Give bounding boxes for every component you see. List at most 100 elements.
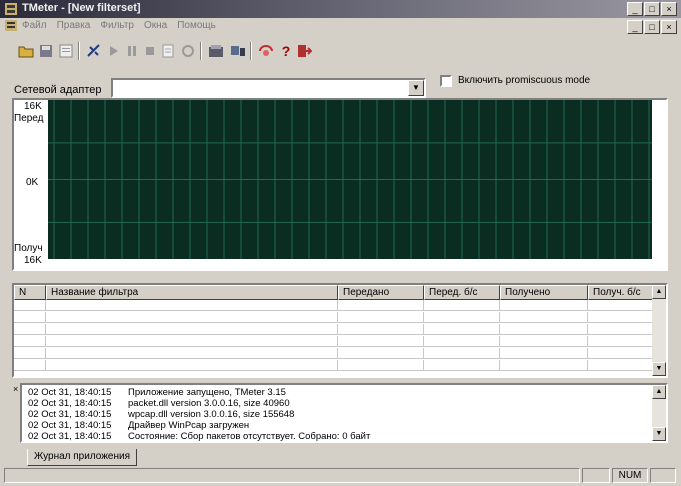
toolbar: ? <box>0 36 681 66</box>
help-icon[interactable]: ? <box>276 41 296 61</box>
pause-icon[interactable] <box>122 41 142 61</box>
chevron-down-icon[interactable]: ▼ <box>408 80 424 96</box>
window-controls: _ □ × <box>627 2 677 16</box>
column-header-sent[interactable]: Передано <box>338 285 424 300</box>
table-header: N Название фильтра Передано Перед. б/с П… <box>14 285 654 300</box>
log-entry: 02 Oct 31, 18:40:15 packet.dll version 3… <box>28 398 290 409</box>
scroll-down-icon[interactable]: ▼ <box>652 362 666 376</box>
log-entry: 02 Oct 31, 18:40:15 Приложение запущено,… <box>28 387 286 398</box>
graph-top-value: 16K <box>24 101 42 112</box>
close-button[interactable]: × <box>661 2 677 16</box>
settings-icon[interactable] <box>206 41 226 61</box>
column-header-sent-rate[interactable]: Перед. б/с <box>424 285 500 300</box>
table-cell <box>46 312 338 323</box>
scroll-up-icon[interactable]: ▲ <box>652 385 666 399</box>
log-time: 02 Oct 31, 18:40:15 <box>28 409 112 420</box>
menu-filter[interactable]: Фильтр <box>100 18 134 34</box>
tab-application-log[interactable]: Журнал приложения <box>27 449 138 466</box>
app-icon <box>5 3 17 15</box>
log-time: 02 Oct 31, 18:40:15 <box>28 398 112 409</box>
table-cell <box>338 360 424 371</box>
table-row[interactable] <box>14 336 654 347</box>
log-entry: 02 Oct 31, 18:40:15 Состояние: Сбор паке… <box>28 431 370 442</box>
adapter-select[interactable]: ▼ <box>111 78 426 98</box>
log-close-icon[interactable]: × <box>13 384 18 394</box>
log-entry: 02 Oct 31, 18:40:15 Драйвер WinPcap загр… <box>28 420 249 431</box>
play-icon[interactable] <box>104 41 124 61</box>
status-caps-panel <box>582 468 610 483</box>
table-cell <box>14 312 46 323</box>
properties-icon[interactable] <box>56 41 76 61</box>
table-cell <box>14 348 46 359</box>
table-cell <box>424 312 500 323</box>
table-cell <box>424 360 500 371</box>
log-time: 02 Oct 31, 18:40:15 <box>28 420 112 431</box>
table-cell <box>46 300 338 311</box>
log-message: packet.dll version 3.0.0.16, size 40960 <box>128 398 290 409</box>
menu-bar: Файл Правка Фильтр Окна Помощь <box>0 18 681 34</box>
table-cell <box>14 360 46 371</box>
table-cell <box>338 312 424 323</box>
column-header-n[interactable]: N <box>14 285 46 300</box>
scroll-up-icon[interactable]: ▲ <box>652 285 666 299</box>
menu-window[interactable]: Окна <box>144 18 167 34</box>
mdi-restore-button[interactable]: □ <box>644 20 660 34</box>
save-icon[interactable] <box>36 41 56 61</box>
log-message: wpcap.dll version 3.0.0.16, size 155648 <box>128 409 295 420</box>
table-cell <box>500 336 588 347</box>
promiscuous-checkbox[interactable] <box>440 75 452 87</box>
filter-table: N Название фильтра Передано Перед. б/с П… <box>12 283 668 378</box>
table-row[interactable] <box>14 300 654 311</box>
table-cell <box>14 336 46 347</box>
title-bar: TMeter - [New filterset] _ □ × <box>0 0 681 18</box>
table-cell <box>46 336 338 347</box>
status-scroll-panel <box>650 468 676 483</box>
mdi-minimize-button[interactable]: _ <box>627 20 643 34</box>
refresh-icon[interactable] <box>178 41 198 61</box>
column-header-received-rate[interactable]: Получ. б/с <box>588 285 654 300</box>
log-scrollbar[interactable]: ▲ ▼ <box>652 385 666 441</box>
menu-help[interactable]: Помощь <box>177 18 216 34</box>
column-header-name[interactable]: Название фильтра <box>46 285 338 300</box>
table-cell <box>500 312 588 323</box>
table-row[interactable] <box>14 324 654 335</box>
table-cell <box>14 300 46 311</box>
table-row[interactable] <box>14 312 654 323</box>
log-message: Состояние: Сбор пакетов отсутствует. Соб… <box>128 431 371 442</box>
scroll-down-icon[interactable]: ▼ <box>652 427 666 441</box>
table-cell <box>46 348 338 359</box>
log-message: Драйвер WinPcap загружен <box>128 420 250 431</box>
table-cell <box>46 360 338 371</box>
table-cell <box>588 336 654 347</box>
table-cell <box>424 348 500 359</box>
status-message-panel <box>4 468 580 483</box>
maximize-button[interactable]: □ <box>644 2 660 16</box>
log-time: 02 Oct 31, 18:40:15 <box>28 387 112 398</box>
table-scrollbar[interactable]: ▲ ▼ <box>652 285 666 376</box>
open-icon[interactable] <box>16 41 36 61</box>
exit-icon[interactable] <box>294 41 314 61</box>
mdi-close-button[interactable]: × <box>661 20 677 34</box>
print-icon[interactable] <box>158 41 178 61</box>
network-icon[interactable] <box>228 41 248 61</box>
table-row[interactable] <box>14 348 654 359</box>
stop-icon[interactable] <box>140 41 160 61</box>
log-time: 02 Oct 31, 18:40:15 <box>28 431 112 442</box>
menu-file[interactable]: Файл <box>22 18 47 34</box>
minimize-button[interactable]: _ <box>627 2 643 16</box>
window-title: TMeter - [New filterset] <box>22 2 141 14</box>
table-cell <box>588 360 654 371</box>
table-cell <box>500 348 588 359</box>
table-cell <box>14 324 46 335</box>
connect-icon[interactable] <box>84 41 104 61</box>
table-cell <box>588 300 654 311</box>
table-cell <box>338 336 424 347</box>
table-cell <box>500 324 588 335</box>
menu-edit[interactable]: Правка <box>57 18 91 34</box>
status-bar: NUM <box>0 466 681 486</box>
table-cell <box>588 312 654 323</box>
table-row[interactable] <box>14 360 654 371</box>
monitor-icon[interactable] <box>256 41 276 61</box>
table-cell <box>46 324 338 335</box>
column-header-received[interactable]: Получено <box>500 285 588 300</box>
